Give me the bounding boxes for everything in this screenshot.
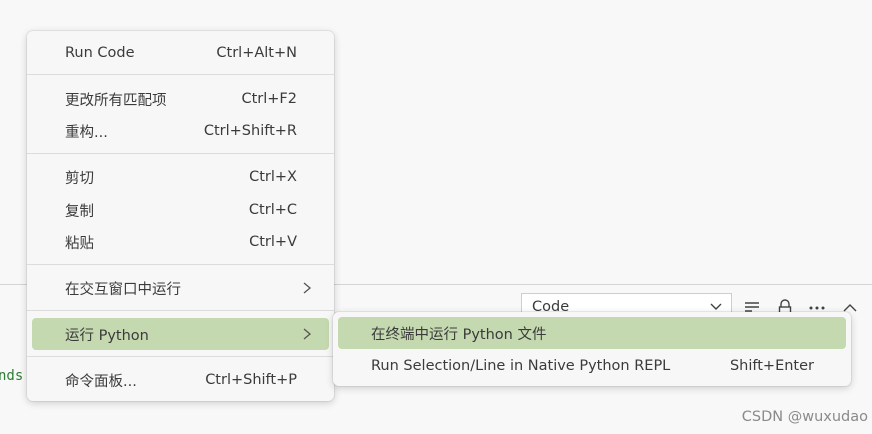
menu-item-label: 剪切 xyxy=(65,170,94,187)
menu-item-shortcut: Ctrl+X xyxy=(249,169,297,185)
run-python-submenu: 在终端中运行 Python 文件 Run Selection/Line in N… xyxy=(333,312,851,386)
menu-item-change-all-occurrences[interactable]: 更改所有匹配项 Ctrl+F2 xyxy=(32,83,329,115)
menu-item-command-palette[interactable]: 命令面板... Ctrl+Shift+P xyxy=(32,364,329,396)
menu-item-refactor[interactable]: 重构... Ctrl+Shift+R xyxy=(32,115,329,147)
menu-item-label: 在终端中运行 Python 文件 xyxy=(371,326,547,343)
menu-item-shortcut: Ctrl+C xyxy=(248,202,297,218)
menu-item-shortcut: Ctrl+Shift+R xyxy=(203,123,297,139)
menu-item-label: Run Code xyxy=(65,45,135,61)
chevron-right-icon xyxy=(303,282,312,294)
menu-item-label: 命令面板... xyxy=(65,373,137,390)
menu-item-label: 运行 Python xyxy=(65,327,149,344)
menu-item-copy[interactable]: 复制 Ctrl+C xyxy=(32,194,329,226)
menu-item-label: 在交互窗口中运行 xyxy=(65,281,181,298)
menu-separator xyxy=(27,356,334,357)
editor-context-menu: Run Code Ctrl+Alt+N 更改所有匹配项 Ctrl+F2 重构..… xyxy=(27,31,334,401)
menu-item-label: 复制 xyxy=(65,203,94,220)
menu-item-shortcut: Shift+Enter xyxy=(729,358,814,374)
terminal-text: nds xyxy=(0,368,24,384)
submenu-item-run-python-file-in-terminal[interactable]: 在终端中运行 Python 文件 xyxy=(338,317,846,349)
menu-separator xyxy=(27,264,334,265)
menu-item-label: Run Selection/Line in Native Python REPL xyxy=(371,358,671,374)
menu-separator xyxy=(27,310,334,311)
menu-separator xyxy=(27,74,334,75)
menu-item-label: 重构... xyxy=(65,124,108,141)
menu-item-label: 更改所有匹配项 xyxy=(65,92,167,109)
chevron-right-icon xyxy=(303,328,312,340)
menu-item-shortcut: Ctrl+Shift+P xyxy=(205,372,297,388)
menu-item-shortcut: Ctrl+V xyxy=(249,234,297,250)
menu-item-run-python[interactable]: 运行 Python xyxy=(32,318,329,350)
menu-item-cut[interactable]: 剪切 Ctrl+X xyxy=(32,161,329,193)
chevron-down-icon xyxy=(710,303,722,310)
submenu-item-run-selection-in-repl[interactable]: Run Selection/Line in Native Python REPL… xyxy=(338,350,846,382)
menu-item-run-in-interactive-window[interactable]: 在交互窗口中运行 xyxy=(32,272,329,304)
menu-separator xyxy=(27,153,334,154)
watermark: CSDN @wuxudao xyxy=(741,409,868,425)
menu-item-shortcut: Ctrl+F2 xyxy=(241,91,297,107)
menu-item-run-code[interactable]: Run Code Ctrl+Alt+N xyxy=(32,37,329,69)
menu-item-paste[interactable]: 粘贴 Ctrl+V xyxy=(32,226,329,258)
menu-item-shortcut: Ctrl+Alt+N xyxy=(216,45,297,61)
menu-item-label: 粘贴 xyxy=(65,235,94,252)
